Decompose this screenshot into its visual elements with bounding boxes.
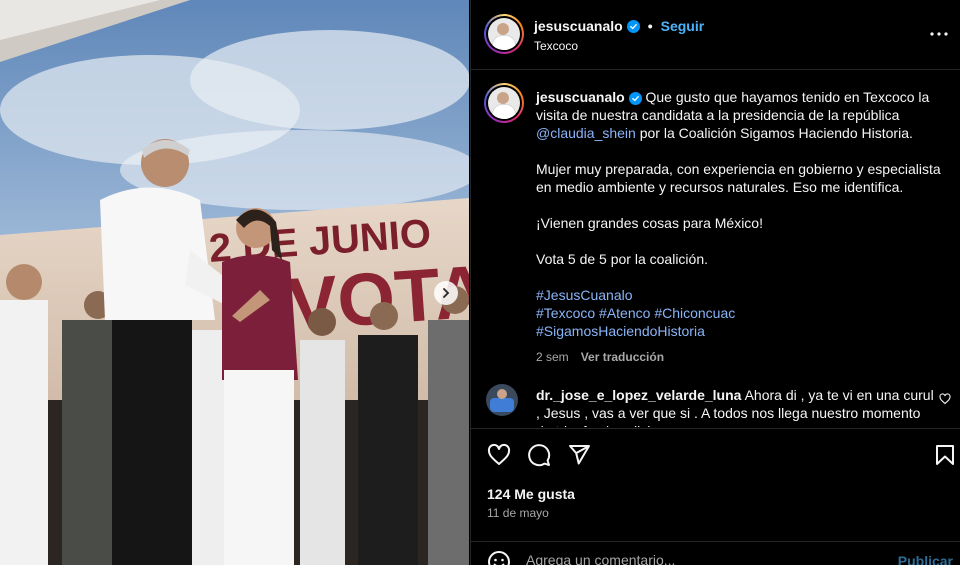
hashtag-link[interactable]: #SigamosHaciendoHistoria (536, 323, 705, 339)
more-icon[interactable] (929, 24, 949, 44)
heart-icon[interactable] (487, 443, 513, 469)
author-avatar[interactable] (484, 14, 524, 54)
mention-link[interactable]: @claudia_shein (536, 125, 636, 141)
post-caption: jesuscuanalo Que gusto que hayamos tenid… (536, 88, 951, 366)
translate-button[interactable]: Ver traducción (581, 348, 664, 366)
hashtag-link[interactable]: #Chiconcuac (654, 305, 735, 321)
post-location[interactable]: Texcoco (534, 39, 578, 53)
comment-composer: Publicar (471, 541, 960, 565)
caption-meta: 2 sem Ver traducción (536, 348, 951, 366)
caption-paragraph-4: Vota 5 de 5 por la coalición. (536, 251, 709, 267)
hashtag-link[interactable]: #Atenco (599, 305, 650, 321)
separator-dot: • (647, 18, 653, 34)
hashtag-block: #JesusCuanalo #Texcoco #Atenco #Chiconcu… (536, 286, 951, 340)
comments-scroll-area[interactable]: jesuscuanalo Que gusto que hayamos tenid… (471, 71, 960, 427)
emoji-icon[interactable] (487, 550, 511, 565)
comment-input[interactable] (526, 552, 886, 565)
like-count[interactable]: 124 Me gusta (487, 486, 575, 502)
comment-icon[interactable] (527, 443, 553, 469)
hashtag-link[interactable]: #JesusCuanalo (536, 287, 633, 303)
bookmark-icon[interactable] (933, 443, 959, 469)
caption-author-avatar[interactable] (484, 83, 524, 123)
caption-paragraph-3: ¡Vienen grandes cosas para México! (536, 215, 763, 231)
publish-button[interactable]: Publicar (898, 553, 953, 565)
hashtag-link[interactable]: #Texcoco (536, 305, 595, 321)
commenter-username[interactable]: dr._jose_e_lopez_velarde_luna (536, 387, 741, 403)
caption-text-1b: por la Coalición Sigamos Haciendo Histor… (639, 125, 913, 141)
post-photo[interactable]: 2 DE JUNIO VOTA (0, 0, 469, 565)
author-username[interactable]: jesuscuanalo (534, 18, 623, 34)
caption-username[interactable]: jesuscuanalo (536, 89, 625, 105)
post-image: 2 DE JUNIO VOTA (0, 0, 469, 565)
caption-paragraph-2: Mujer muy preparada, con experiencia en … (536, 161, 941, 195)
post-header: jesuscuanalo • Seguir Texcoco (471, 0, 960, 70)
comment-like-icon[interactable] (939, 393, 951, 405)
share-icon[interactable] (567, 443, 593, 469)
post-side-panel: jesuscuanalo • Seguir Texcoco jesuscuana… (470, 0, 960, 565)
commenter-avatar[interactable] (486, 384, 518, 416)
verified-badge-icon (628, 92, 642, 105)
follow-button[interactable]: Seguir (661, 18, 705, 34)
post-actions: 124 Me gusta 11 de mayo Publicar (471, 428, 960, 565)
post-date: 11 de mayo (487, 506, 549, 520)
chevron-right-icon (443, 288, 450, 298)
verified-badge-icon (626, 19, 640, 33)
caption-time: 2 sem (536, 350, 569, 364)
next-image-button[interactable] (434, 281, 458, 305)
